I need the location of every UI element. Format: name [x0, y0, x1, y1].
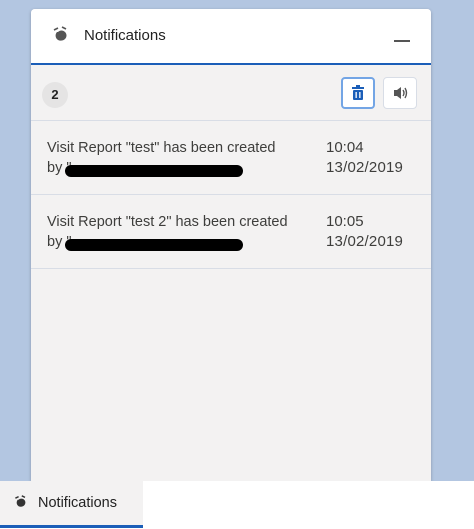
delete-all-button[interactable]: [341, 77, 375, 109]
minimize-icon: [394, 40, 410, 42]
utility-bar: Notifications: [0, 481, 474, 529]
trash-icon: [352, 85, 364, 100]
notification-bell-icon: [15, 495, 26, 507]
notification-date: 13/02/2019: [326, 159, 404, 176]
panel-title: Notifications: [84, 27, 166, 44]
notification-time: 10:04: [326, 139, 364, 156]
notifications-panel: Notifications 2 Visit Report "test" has …: [31, 9, 431, 481]
redaction-mark: [65, 239, 243, 251]
notification-date: 13/02/2019: [326, 233, 404, 250]
notifications-toolbar: 2: [31, 65, 431, 121]
sound-toggle-button[interactable]: [383, 77, 417, 109]
utility-item-label: Notifications: [38, 495, 117, 511]
notification-time: 10:05: [326, 213, 364, 230]
notification-count-badge: 2: [42, 82, 68, 108]
notification-item[interactable]: Visit Report "test" has been created by …: [31, 121, 431, 195]
redaction-mark: [65, 165, 243, 177]
panel-header: Notifications: [31, 9, 431, 65]
notification-list: Visit Report "test" has been created by …: [31, 121, 431, 269]
minimize-button[interactable]: [389, 23, 415, 49]
notification-message-line: Visit Report "test 2" has been created: [47, 214, 288, 230]
speaker-icon: [394, 87, 408, 99]
notification-bell-icon: [53, 26, 67, 41]
notification-message-line: Visit Report "test" has been created: [47, 140, 276, 156]
utility-item-notifications[interactable]: Notifications: [0, 481, 143, 528]
notification-item[interactable]: Visit Report "test 2" has been created b…: [31, 195, 431, 269]
